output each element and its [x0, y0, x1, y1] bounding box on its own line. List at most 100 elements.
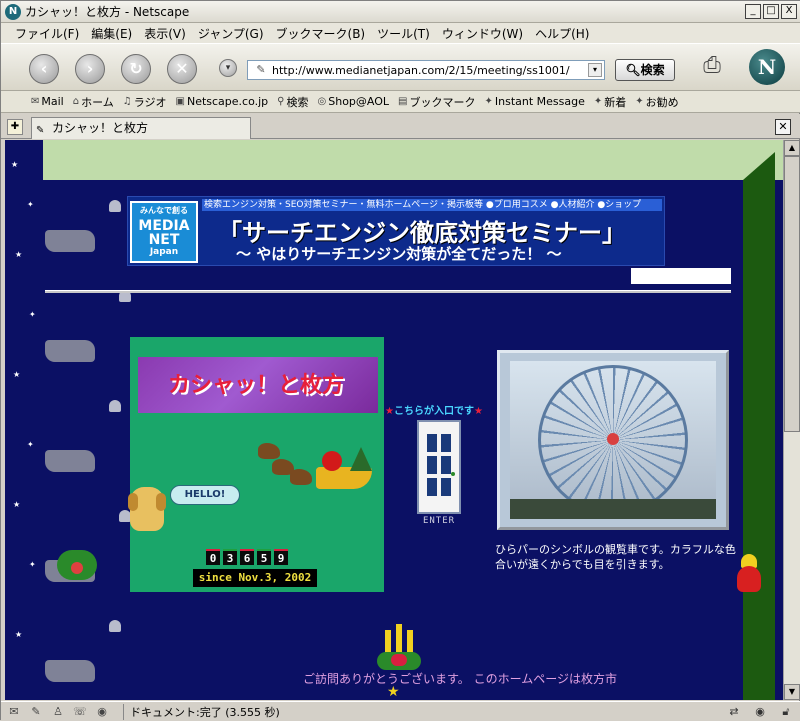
- toolbar-item-new[interactable]: ✦ 新着: [594, 94, 626, 110]
- menu-file[interactable]: ファイル(F): [15, 25, 79, 42]
- toolbar-item-shop[interactable]: ◎ Shop@AOL: [318, 95, 390, 108]
- candles-icon: [377, 620, 421, 670]
- star-icon: ✦: [27, 440, 34, 449]
- chat-icon[interactable]: ◉: [93, 704, 111, 720]
- search-button-label: 検索: [640, 63, 665, 77]
- new-tab-icon[interactable]: ✚: [7, 119, 23, 135]
- snowman-icon: [735, 554, 763, 594]
- folder-icon: ▤: [398, 96, 408, 107]
- personal-toolbar: ✉ Mail ⌂ ホーム ♫ ラジオ ▣ Netscape.co.jp ⚲ 検索 ◎ Sho…: [1, 91, 800, 113]
- back-button[interactable]: ‹: [29, 54, 59, 84]
- toolbar-item-mail[interactable]: ✉ Mail: [31, 95, 64, 108]
- menu-bookmarks[interactable]: ブックマーク(B): [276, 25, 366, 42]
- toolbar-item-instant-message[interactable]: ✦ Instant Message: [484, 95, 584, 108]
- home-icon: ⌂: [72, 96, 80, 107]
- netscape-app-icon: N: [5, 3, 21, 20]
- star-icon: ★: [473, 406, 483, 417]
- menu-window[interactable]: ウィンドウ(W): [442, 25, 523, 42]
- browser-window: N カシャッ！と枚方 - Netscape _ □ X ファイル(F) 編集(E…: [0, 0, 800, 721]
- bell-icon: [109, 400, 121, 412]
- menu-view[interactable]: 表示(V): [144, 25, 186, 42]
- netscape-logo[interactable]: N: [749, 49, 785, 85]
- since-label: since Nov.3, 2002: [193, 569, 317, 587]
- seminar-banner[interactable]: みんなで創る MEDIA NET Japan 検索エンジン対策・SEO対策セミナ…: [127, 196, 665, 266]
- banner-topline: 検索エンジン対策・SEO対策セミナー・無料ホームページ・掲示板等 ●プロ用コスメ…: [202, 199, 662, 211]
- toolbar-item-search[interactable]: ⚲ 検索: [277, 94, 308, 110]
- reindeer-pattern: [43, 180, 133, 700]
- star-icon: ★: [11, 160, 19, 169]
- forward-button[interactable]: ›: [75, 54, 105, 84]
- url-dropdown-icon[interactable]: ▾: [588, 63, 602, 77]
- site-title: カシャッ！と枚方: [168, 373, 345, 398]
- mail-icon[interactable]: ✉: [5, 704, 23, 720]
- stop-button[interactable]: ✕: [167, 54, 197, 84]
- url-bar[interactable]: ✎ ▾: [247, 60, 605, 80]
- starry-strip: ★ ✦ ★ ✦ ★ ✦ ★ ✦ ★: [5, 140, 43, 700]
- site-title-box: カシャッ！と枚方 HELLO! 0 3 6 5 9 since Nov.3, 2…: [128, 337, 384, 592]
- reload-button[interactable]: ↻: [121, 54, 151, 84]
- tab-active[interactable]: ✎ カシャッ！と枚方: [31, 117, 251, 139]
- close-tab-icon[interactable]: ✕: [775, 119, 791, 135]
- scroll-up-icon[interactable]: ▲: [784, 140, 800, 156]
- menu-edit[interactable]: 編集(E): [91, 25, 132, 42]
- menu-help[interactable]: ヘルプ(H): [535, 25, 589, 42]
- reindeer-icon: [45, 340, 95, 362]
- counter-digit: 3: [223, 549, 237, 565]
- enter-label[interactable]: ENTER: [417, 516, 461, 526]
- view-icon: ◉: [755, 705, 765, 718]
- menu-tools[interactable]: ツール(T): [377, 25, 430, 42]
- vertical-scrollbar[interactable]: ▲ ▼: [783, 140, 800, 700]
- star-icon: ★: [15, 250, 23, 259]
- headphones-icon: ♫: [122, 96, 132, 107]
- aol-icon: ◎: [317, 96, 327, 107]
- page-icon: ✎: [256, 63, 266, 76]
- enter-door-link[interactable]: [417, 420, 461, 514]
- star-icon: ★: [13, 500, 21, 509]
- my-icon: ▣: [175, 96, 185, 107]
- aim-icon[interactable]: ♙: [49, 704, 67, 720]
- toolbar-item-home[interactable]: ⌂ ホーム: [73, 94, 114, 110]
- search-icon: ⚲: [277, 96, 285, 107]
- toolbar-item-recommend[interactable]: ✦ お勧め: [635, 94, 678, 110]
- url-input[interactable]: [272, 63, 584, 77]
- bell-icon: [109, 200, 121, 212]
- star-icon: ★: [13, 370, 21, 379]
- close-button[interactable]: X: [781, 4, 797, 19]
- print-icon[interactable]: ⎙: [697, 51, 727, 81]
- status-text: ドキュメント:完了 (3.555 秒): [123, 703, 280, 720]
- menu-bar: ファイル(F) 編集(E) 表示(V) ジャンプ(G) ブックマーク(B) ツー…: [1, 23, 800, 43]
- star-icon: ★: [15, 630, 23, 639]
- search-button[interactable]: 🔍︎検索: [615, 59, 675, 81]
- toolbar-item-netscape[interactable]: ▣ Netscape.co.jp: [176, 95, 269, 108]
- star-icon: ★: [385, 406, 394, 417]
- maximize-button[interactable]: □: [763, 4, 779, 19]
- reindeer-icon: [45, 230, 95, 252]
- composer-icon[interactable]: ✎: [27, 704, 45, 720]
- counter-digit: 5: [257, 549, 271, 565]
- bookmark-icon: ✦: [484, 96, 493, 107]
- toolbar-item-radio[interactable]: ♫ ラジオ: [123, 94, 167, 110]
- address-book-icon[interactable]: ☏: [71, 704, 89, 720]
- hello-bubble: HELLO!: [170, 485, 240, 505]
- white-bar: [631, 268, 731, 284]
- media-net-japan-logo: みんなで創る MEDIA NET Japan: [130, 201, 198, 263]
- menu-go[interactable]: ジャンプ(G): [198, 25, 264, 42]
- title-bar: N カシャッ！と枚方 - Netscape _ □ X: [1, 1, 800, 23]
- title-band: カシャッ！と枚方: [138, 357, 378, 413]
- page-frame-right: [743, 152, 775, 700]
- counter-digit: 6: [240, 549, 254, 565]
- banner-subline: 〜 やはりサーチエンジン対策が全てだった！ 〜: [236, 245, 562, 263]
- minimize-button[interactable]: _: [745, 4, 761, 19]
- bookmark-icon: ✦: [635, 96, 644, 107]
- horizontal-rule: [45, 290, 731, 293]
- history-dropdown-icon[interactable]: ▾: [219, 59, 237, 77]
- reindeer-icon: [45, 660, 95, 682]
- counter-digit: 0: [206, 549, 220, 565]
- bell-icon: [109, 620, 121, 632]
- security-lock-icon: 🔓︎: [782, 705, 790, 718]
- toolbar-item-bookmarks[interactable]: ▤ ブックマーク: [398, 94, 475, 110]
- star-icon: ✦: [29, 310, 36, 319]
- scroll-down-icon[interactable]: ▼: [784, 684, 800, 700]
- scroll-thumb[interactable]: [784, 156, 800, 432]
- dog-icon: [128, 487, 166, 531]
